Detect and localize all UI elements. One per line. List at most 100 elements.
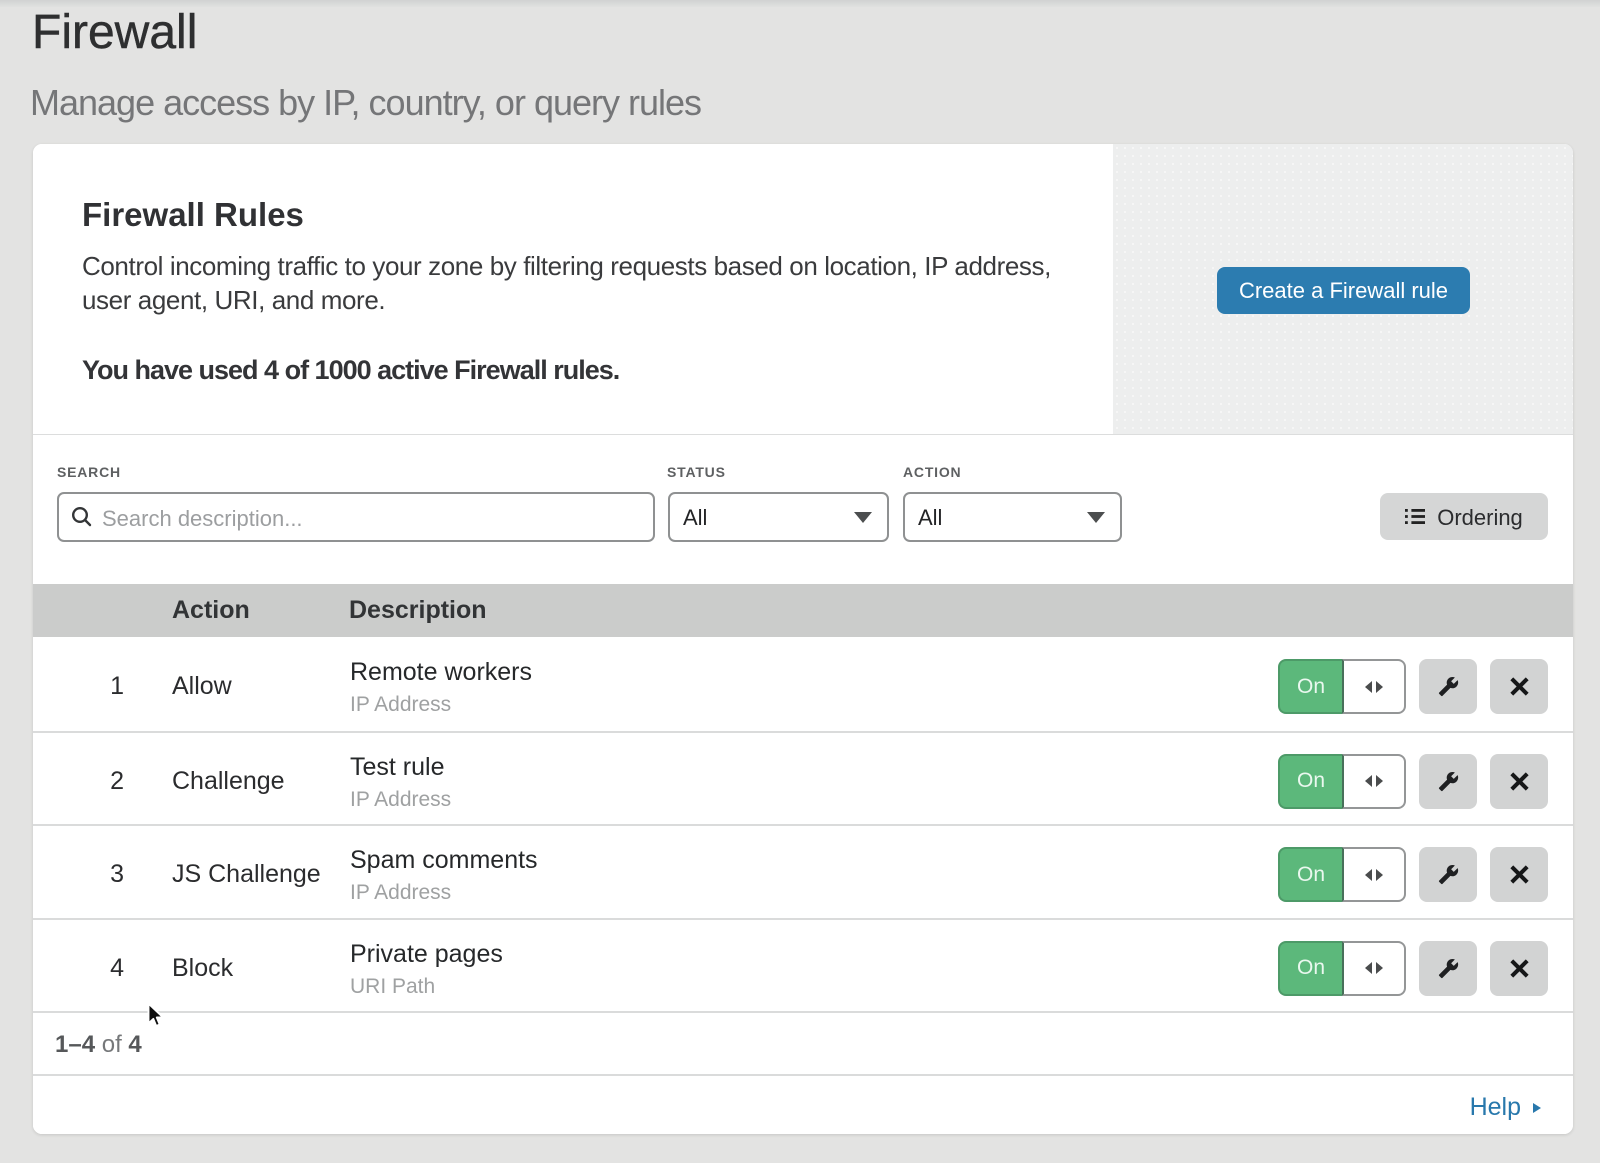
search-label: SEARCH [57,465,121,479]
search-input[interactable]: Search description... [57,492,655,542]
rule-enabled-toggle[interactable]: On [1278,659,1406,714]
pagination-of: of [102,1031,122,1058]
pagination-count: 1–4 of 4 [55,1031,142,1059]
rules-usage: You have used 4 of 1000 active Firewall … [82,355,619,386]
rules-description-line2: user agent, URI, and more. [82,285,385,315]
delete-rule-button[interactable] [1490,847,1548,902]
wrench-icon [1438,958,1459,979]
help-link-label: Help [1470,1093,1521,1122]
card-footer: Help [33,1074,1573,1134]
card-top-action-panel: Create a Firewall rule [1113,144,1573,434]
toggle-on-label: On [1278,659,1342,714]
x-icon [1510,677,1529,696]
rule-match-type: IP Address [350,788,1278,812]
rule-action: Challenge [172,767,329,796]
ordered-list-icon [1405,509,1425,524]
rules-description-line1: Control incoming traffic to your zone by… [82,251,1051,281]
search-placeholder: Search description... [102,506,303,532]
status-select-value: All [683,505,707,531]
rule-priority: 1 [33,672,124,701]
action-select[interactable]: All [903,492,1122,542]
rule-controls: On [1278,941,1548,996]
rule-priority: 2 [33,767,124,796]
pagination-total: 4 [128,1031,141,1058]
table-row: 4 Block Private pages URI Path On [33,918,1573,1012]
column-header-action: Action [172,596,250,625]
chevron-down-icon [854,512,872,523]
rule-description: Private pages [350,940,1278,969]
x-icon [1510,772,1529,791]
ordering-button-label: Ordering [1437,505,1523,531]
create-firewall-rule-button[interactable]: Create a Firewall rule [1217,267,1470,314]
pagination: 1–4 of 4 [33,1011,1573,1074]
rule-description: Spam comments [350,846,1278,875]
rule-controls: On [1278,754,1548,809]
pagination-range: 1–4 [55,1031,95,1058]
rule-priority: 4 [33,954,124,983]
left-right-arrows-icon [1364,774,1384,788]
table-header: Action Description [33,584,1573,637]
left-right-arrows-icon [1364,680,1384,694]
delete-rule-button[interactable] [1490,659,1548,714]
rule-controls: On [1278,847,1548,902]
wrench-icon [1438,676,1459,697]
left-right-arrows-icon [1364,961,1384,975]
column-header-description: Description [349,596,487,625]
toggle-arrows-handle[interactable] [1342,659,1406,714]
edit-rule-button[interactable] [1419,659,1477,714]
help-arrow-icon [1533,1103,1541,1113]
card-top-section: Firewall Rules Control incoming traffic … [33,144,1573,435]
toggle-arrows-handle[interactable] [1342,941,1406,996]
help-link[interactable]: Help [1470,1093,1541,1122]
action-select-value: All [918,505,942,531]
edit-rule-button[interactable] [1419,941,1477,996]
card-top-description: Firewall Rules Control incoming traffic … [33,144,1113,434]
rule-action: Allow [172,672,329,701]
chevron-down-icon [1087,512,1105,523]
status-label: STATUS [667,465,726,479]
wrench-icon [1438,771,1459,792]
rule-match-type: IP Address [350,881,1278,905]
rule-enabled-toggle[interactable]: On [1278,847,1406,902]
table-row: 1 Allow Remote workers IP Address On [33,637,1573,731]
rule-action: Block [172,954,329,983]
rule-enabled-toggle[interactable]: On [1278,941,1406,996]
firewall-rules-card: Firewall Rules Control incoming traffic … [33,144,1573,1134]
rule-enabled-toggle[interactable]: On [1278,754,1406,809]
page-title: Firewall [32,9,197,57]
edit-rule-button[interactable] [1419,847,1477,902]
action-label: ACTION [903,465,961,479]
x-icon [1510,959,1529,978]
rule-description: Remote workers [350,658,1278,687]
toggle-on-label: On [1278,941,1342,996]
rules-title: Firewall Rules [82,198,304,231]
rule-match-type: URI Path [350,975,1278,999]
page-subtitle: Manage access by IP, country, or query r… [30,85,701,121]
mouse-cursor [147,1002,166,1029]
toggle-arrows-handle[interactable] [1342,754,1406,809]
edit-rule-button[interactable] [1419,754,1477,809]
rule-description: Test rule [350,753,1278,782]
toggle-on-label: On [1278,754,1342,809]
wrench-icon [1438,864,1459,885]
filter-bar: SEARCH Search description... STATUS All … [33,435,1573,584]
search-icon [69,504,95,530]
rule-description-cell: Spam comments IP Address [350,846,1278,905]
rule-description-cell: Remote workers IP Address [350,658,1278,717]
delete-rule-button[interactable] [1490,754,1548,809]
toggle-arrows-handle[interactable] [1342,847,1406,902]
rule-priority: 3 [33,860,124,889]
ordering-button[interactable]: Ordering [1380,493,1548,540]
rule-description-cell: Test rule IP Address [350,753,1278,812]
x-icon [1510,865,1529,884]
delete-rule-button[interactable] [1490,941,1548,996]
status-select[interactable]: All [668,492,889,542]
table-row: 3 JS Challenge Spam comments IP Address … [33,824,1573,918]
rule-description-cell: Private pages URI Path [350,940,1278,999]
rule-match-type: IP Address [350,693,1278,717]
rule-action: JS Challenge [172,860,329,889]
rules-description: Control incoming traffic to your zone by… [82,249,1051,317]
table-row: 2 Challenge Test rule IP Address On [33,731,1573,825]
rule-controls: On [1278,659,1548,714]
top-edge-shadow [0,0,1600,7]
